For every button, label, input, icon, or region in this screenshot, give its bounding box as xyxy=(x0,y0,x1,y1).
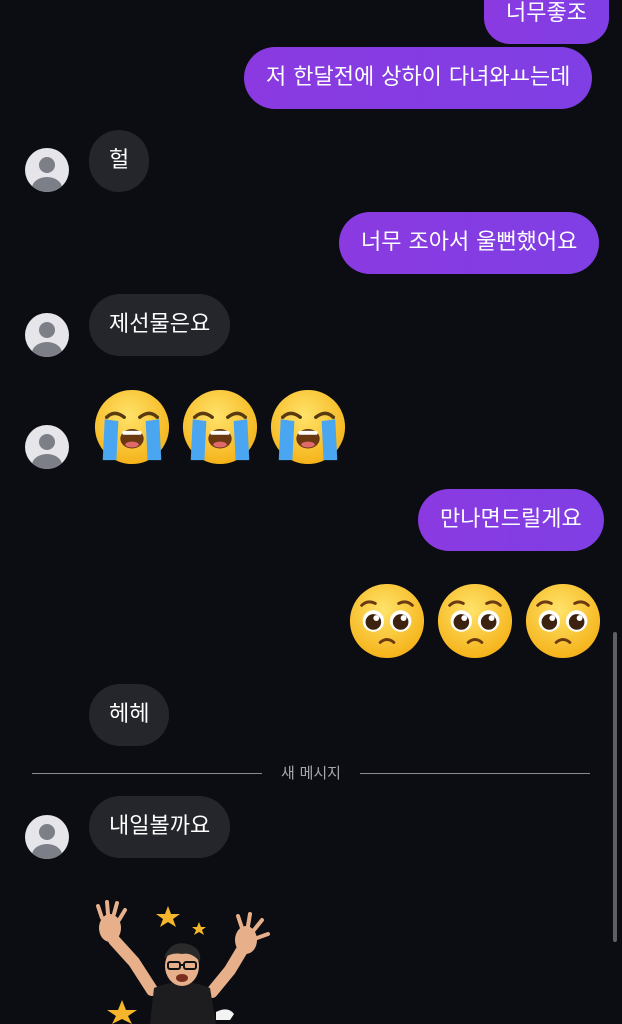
new-messages-divider: 새 메시지 xyxy=(281,764,341,782)
avatar[interactable] xyxy=(25,148,69,192)
message-bubble-sent[interactable]: 너무 조아서 울뻔했어요 xyxy=(339,212,600,274)
default-profile-icon xyxy=(32,322,62,357)
message-text: 헤헤 xyxy=(109,702,150,727)
message-text: 제선물은요 xyxy=(109,312,211,337)
emoji-message-sent[interactable] xyxy=(348,582,602,660)
message-bubble-received[interactable]: 헐 xyxy=(89,130,150,192)
divider-line-left xyxy=(32,773,262,774)
emoji-message-received[interactable] xyxy=(93,388,347,466)
avatar[interactable] xyxy=(25,815,69,859)
scrollbar[interactable] xyxy=(613,632,617,942)
message-text: 만나면드릴게요 xyxy=(440,507,582,532)
message-bubble-sent[interactable]: 만나면드릴게요 xyxy=(418,489,604,551)
loudly-crying-face-icon xyxy=(94,389,170,465)
falling-man-sticker[interactable] xyxy=(92,900,282,1024)
message-bubble-sent[interactable]: 저 한달전에 상하이 다녀와ㅛ는데 xyxy=(244,47,593,109)
pleading-face-icon xyxy=(349,583,425,659)
star-icon xyxy=(107,1000,137,1024)
default-profile-icon xyxy=(32,434,62,469)
star-icon xyxy=(192,922,206,935)
avatar[interactable] xyxy=(25,425,69,469)
message-bubble-received[interactable]: 헤헤 xyxy=(89,684,170,746)
message-text: 너무 조아서 울뻔했어요 xyxy=(361,230,578,255)
default-profile-icon xyxy=(32,157,62,192)
divider-line-right xyxy=(360,773,590,774)
message-text: 내일볼까요 xyxy=(109,814,211,839)
message-bubble-sent[interactable]: 너무좋조 xyxy=(484,0,609,44)
loudly-crying-face-icon xyxy=(270,389,346,465)
default-profile-icon xyxy=(32,824,62,859)
message-text: 너무좋조 xyxy=(506,1,587,26)
pleading-face-icon xyxy=(437,583,513,659)
message-bubble-received[interactable]: 제선물은요 xyxy=(89,294,231,356)
message-text: 저 한달전에 상하이 다녀와ㅛ는데 xyxy=(266,65,571,90)
loudly-crying-face-icon xyxy=(182,389,258,465)
avatar[interactable] xyxy=(25,313,69,357)
pleading-face-icon xyxy=(525,583,601,659)
star-icon xyxy=(156,906,180,927)
message-bubble-received[interactable]: 내일볼까요 xyxy=(89,796,231,858)
chat-screen: 너무좋조 저 한달전에 상하이 다녀와ㅛ는데 헐 너무 조아서 울뻔했어요 제선… xyxy=(0,0,622,1024)
message-text: 헐 xyxy=(109,148,130,173)
